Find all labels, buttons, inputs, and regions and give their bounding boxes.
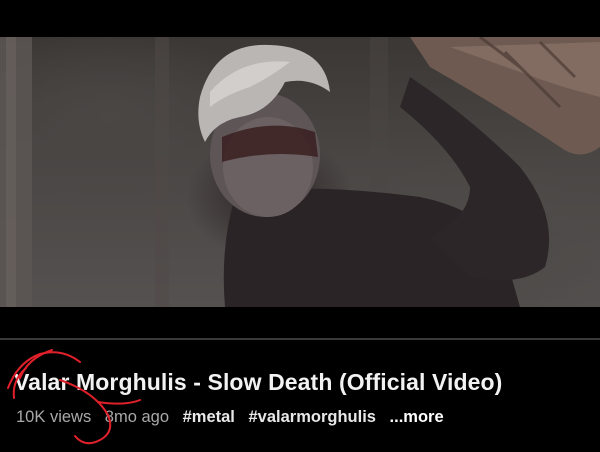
view-count: 10K views xyxy=(16,408,92,426)
red-scribble-annotation xyxy=(7,349,141,445)
video-player[interactable] xyxy=(0,0,600,340)
video-metadata: 10K views 8mo ago #metal #valarmorghulis… xyxy=(16,408,453,427)
hashtag-link[interactable]: #valarmorghulis xyxy=(248,408,375,427)
more-button[interactable]: ...more xyxy=(390,408,444,427)
video-progress-bar[interactable] xyxy=(0,338,600,340)
upload-age: 8mo ago xyxy=(104,408,170,426)
video-still-illustration xyxy=(0,37,600,307)
video-frame-image[interactable] xyxy=(0,37,600,307)
video-title[interactable]: Valar Morghulis - Slow Death (Official V… xyxy=(14,369,502,396)
video-page: Valar Morghulis - Slow Death (Official V… xyxy=(0,0,600,452)
hashtag-link[interactable]: #metal xyxy=(183,408,235,427)
